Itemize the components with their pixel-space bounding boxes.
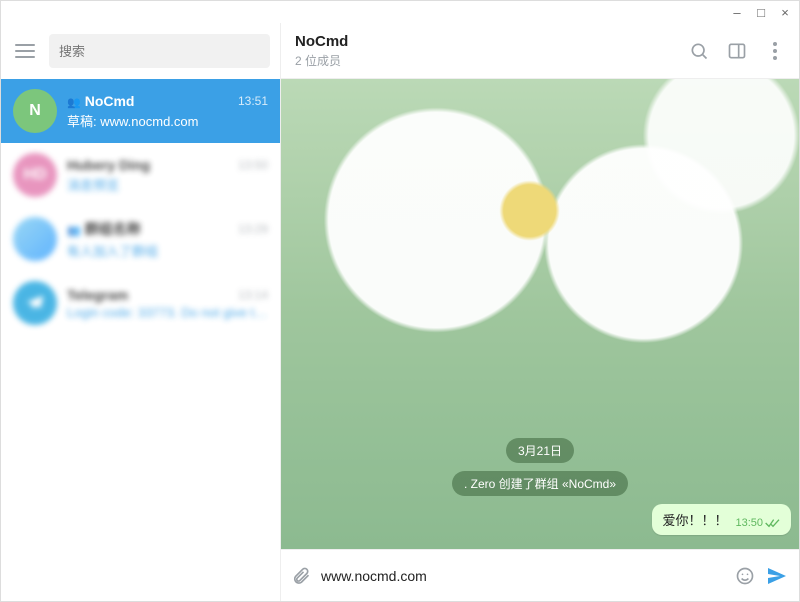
read-checks-icon bbox=[765, 517, 781, 529]
composer bbox=[281, 549, 799, 601]
window-titlebar: – □ × bbox=[1, 1, 799, 23]
avatar bbox=[13, 217, 57, 261]
chat-title[interactable]: NoCmd bbox=[295, 33, 689, 50]
chat-header: NoCmd 2 位成员 bbox=[281, 23, 799, 79]
outgoing-message[interactable]: 爱你！！！ 13:50 bbox=[652, 504, 791, 535]
minimize-button[interactable]: – bbox=[731, 6, 743, 18]
message-input[interactable] bbox=[321, 568, 725, 584]
chat-name: Hubery Ding bbox=[67, 157, 150, 173]
chat-list-item[interactable]: 👥群组名称 13:29 有人加入了群组 bbox=[1, 207, 280, 271]
message-time: 13:50 bbox=[735, 517, 763, 529]
chat-list-item[interactable]: Telegram 13:14 Login code: 33773. Do not g… bbox=[1, 271, 280, 335]
chat-preview: 草稿: www.nocmd.com bbox=[67, 111, 268, 130]
close-button[interactable]: × bbox=[779, 6, 791, 18]
emoji-icon[interactable] bbox=[735, 566, 755, 586]
group-icon: 👥 bbox=[67, 225, 81, 237]
chat-name: Telegram bbox=[67, 287, 128, 303]
chat-list: N 👥NoCmd 13:51 草稿: www.nocmd.com HD Hubery Di… bbox=[1, 79, 280, 601]
chat-time: 13:50 bbox=[238, 158, 268, 172]
system-message: . Zero 创建了群组 «NoCmd» bbox=[452, 471, 628, 496]
chat-name: 👥群组名称 bbox=[67, 219, 141, 239]
avatar: HD bbox=[13, 153, 57, 197]
send-button[interactable] bbox=[765, 564, 789, 588]
attach-icon[interactable] bbox=[291, 566, 311, 586]
chat-subtitle: 2 位成员 bbox=[295, 52, 689, 69]
chat-preview: 消息预览 bbox=[67, 175, 268, 194]
chat-name: 👥NoCmd bbox=[67, 93, 134, 109]
group-icon: 👥 bbox=[67, 97, 81, 109]
maximize-button[interactable]: □ bbox=[755, 6, 767, 18]
message-area[interactable]: 3月21日 . Zero 创建了群组 «NoCmd» 爱你！！！ 13:50 bbox=[281, 79, 799, 549]
chat-preview: Login code: 33773. Do not give thi… bbox=[67, 305, 268, 320]
side-panel-icon[interactable] bbox=[727, 41, 747, 61]
message-text: 爱你！！！ bbox=[662, 510, 727, 529]
search-icon[interactable] bbox=[689, 41, 709, 61]
sidebar: N 👥NoCmd 13:51 草稿: www.nocmd.com HD Hubery Di… bbox=[1, 23, 281, 601]
chat-list-item[interactable]: N 👥NoCmd 13:51 草稿: www.nocmd.com bbox=[1, 79, 280, 143]
menu-button[interactable] bbox=[11, 37, 39, 65]
chat-time: 13:51 bbox=[238, 94, 268, 108]
chat-pane: NoCmd 2 位成员 3月2 bbox=[281, 23, 799, 601]
date-separator: 3月21日 bbox=[506, 438, 574, 463]
search-input[interactable] bbox=[49, 34, 270, 68]
chat-time: 13:29 bbox=[238, 222, 268, 236]
avatar bbox=[13, 281, 57, 325]
more-menu-icon[interactable] bbox=[765, 41, 785, 61]
avatar: N bbox=[13, 89, 57, 133]
chat-list-item[interactable]: HD Hubery Ding 13:50 消息预览 bbox=[1, 143, 280, 207]
chat-preview: 有人加入了群组 bbox=[67, 241, 268, 260]
chat-time: 13:14 bbox=[238, 288, 268, 302]
search-field[interactable] bbox=[59, 44, 260, 59]
